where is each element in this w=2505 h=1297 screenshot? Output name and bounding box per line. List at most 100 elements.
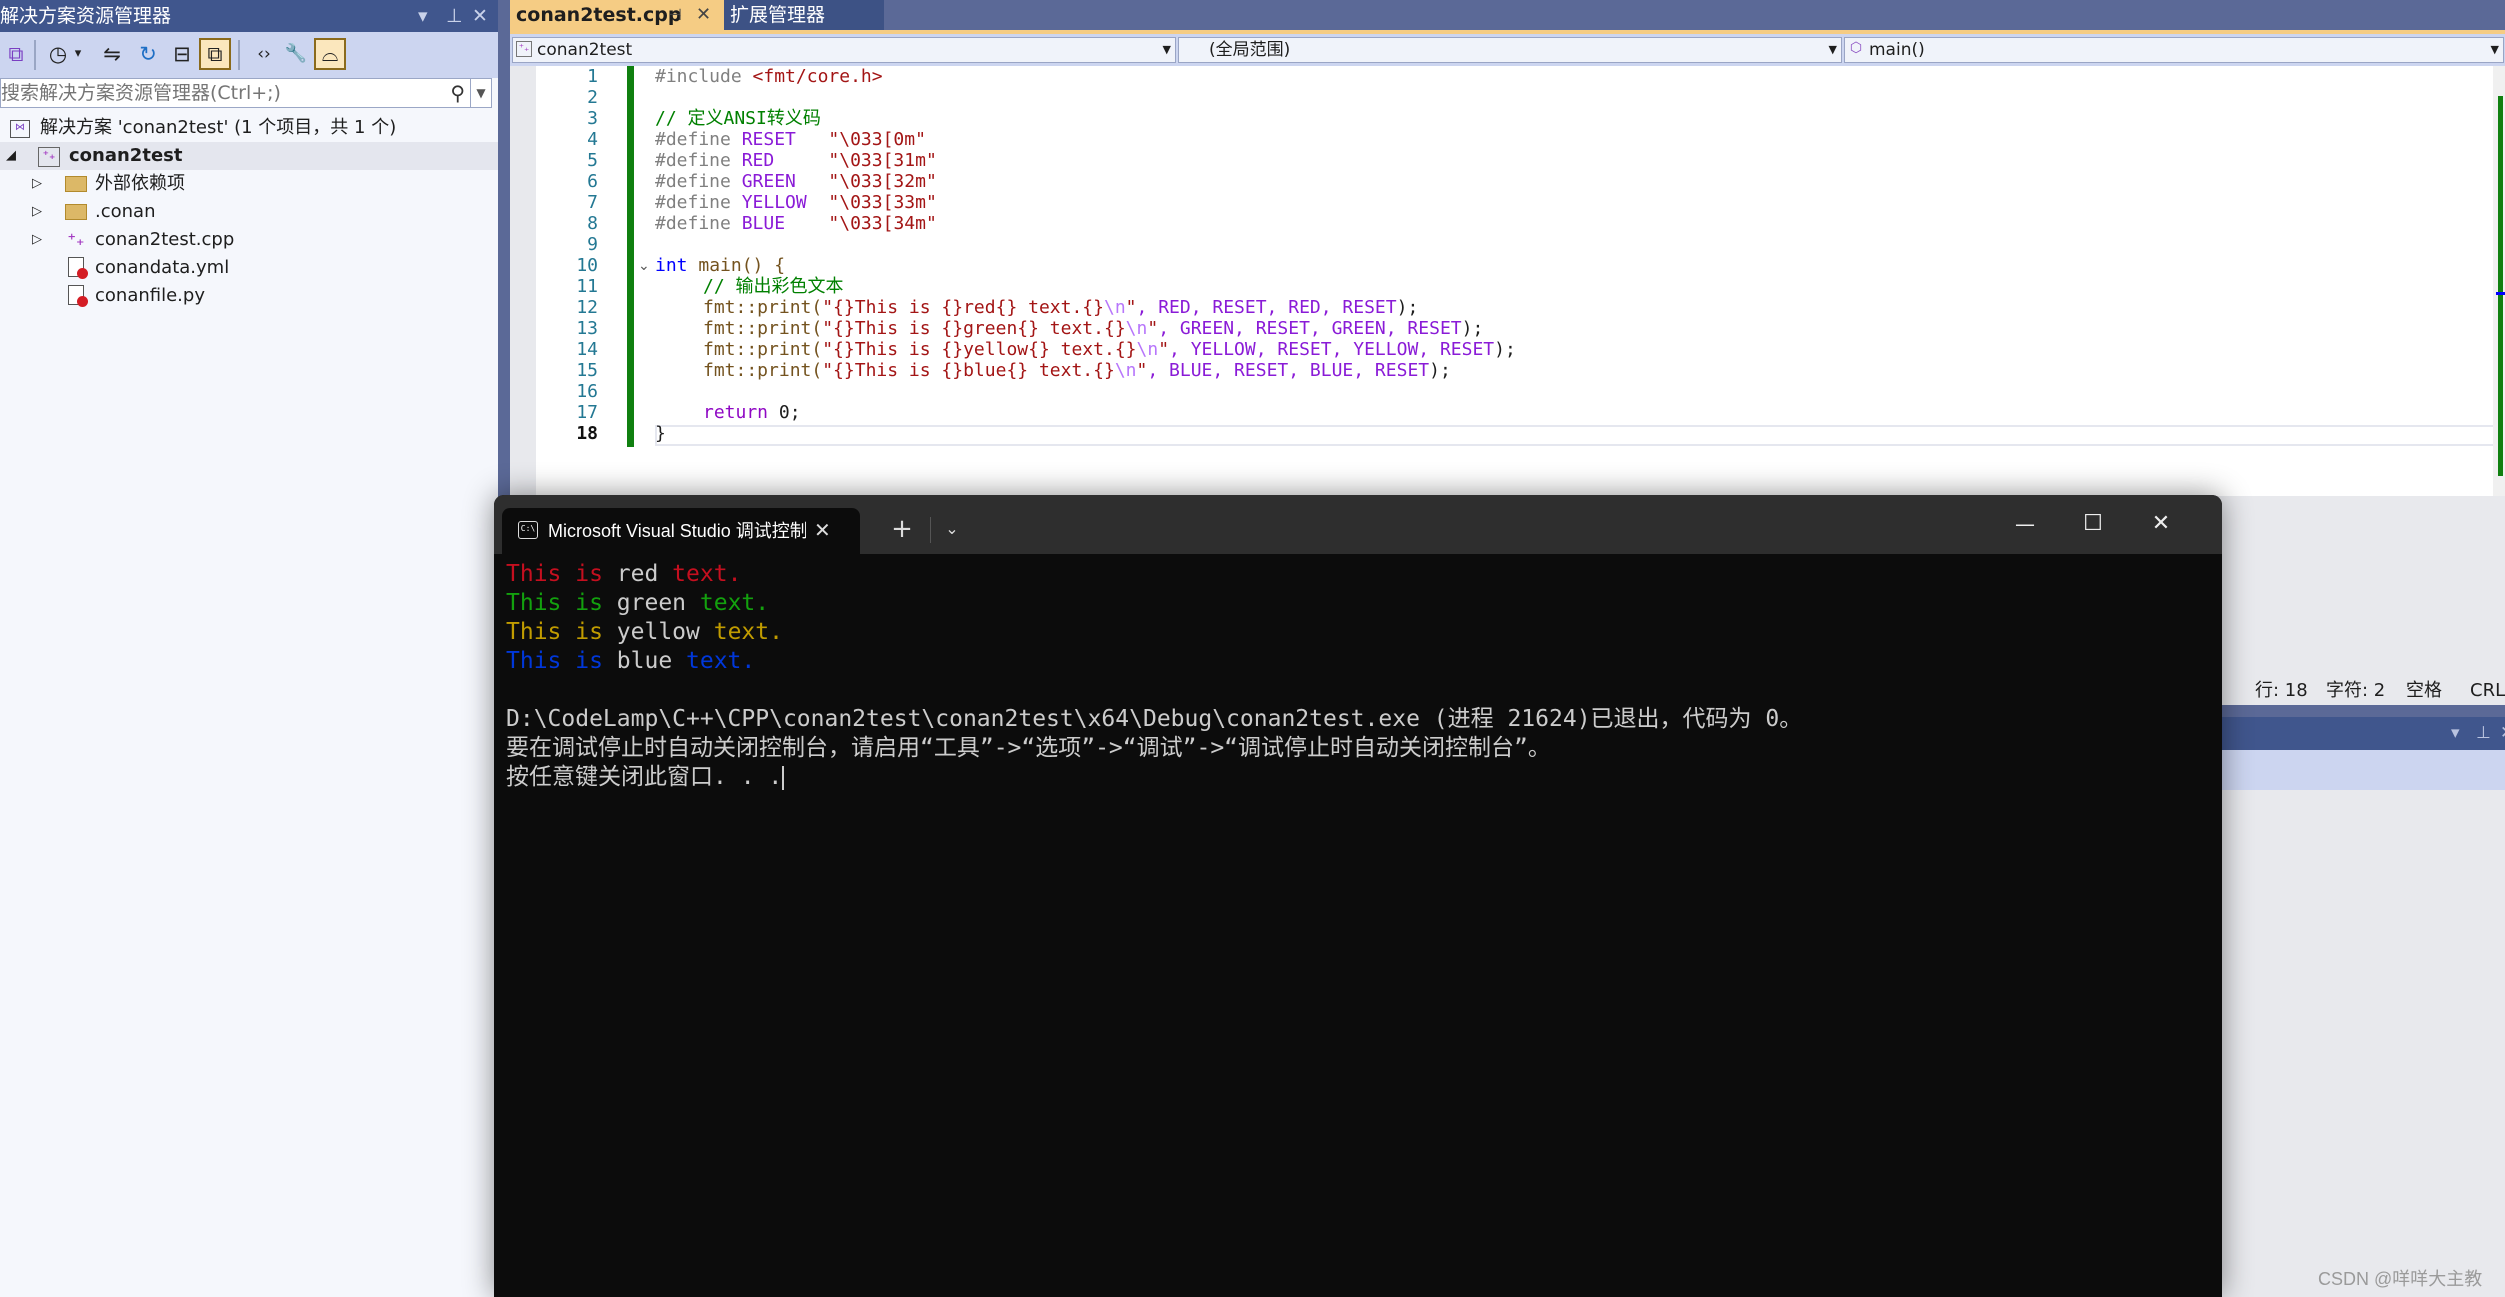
- terminal-tab[interactable]: C:\ Microsoft Visual Studio 调试控制台 ✕: [502, 508, 860, 554]
- solution-explorer-search-input[interactable]: [1, 79, 441, 107]
- line-number: 14: [576, 339, 598, 360]
- tree-item[interactable]: ▷ .conan: [0, 198, 498, 226]
- tool-window-splitter[interactable]: [2220, 705, 2505, 717]
- show-all-files-icon[interactable]: ⧉: [199, 38, 231, 70]
- string-literal: "\033[31m": [828, 150, 937, 171]
- folder-icon: [65, 204, 87, 220]
- tree-item[interactable]: conandata.yml: [0, 254, 498, 282]
- window-position-dropdown-icon[interactable]: ▾: [418, 0, 428, 32]
- status-eol[interactable]: CRLF: [2470, 676, 2505, 705]
- minimize-button[interactable]: —: [1992, 499, 2058, 549]
- expand-triangle-icon[interactable]: ▷: [32, 198, 42, 226]
- sync-icon[interactable]: ⇋: [96, 38, 128, 70]
- solution-explorer-toolbar: ⧉ ◷ ▾ ⇋ ↻ ⊟ ⧉ ‹› 🔧 ⌓: [0, 32, 498, 78]
- status-char[interactable]: 字符: 2: [2326, 676, 2385, 705]
- scope-dropdown-value: (全局范围): [1209, 40, 1291, 60]
- line-number: 4: [587, 129, 598, 150]
- expand-triangle-icon[interactable]: ▷: [32, 226, 42, 254]
- colored-text: This is: [506, 648, 617, 674]
- plain-text: blue: [616, 648, 673, 674]
- member-dropdown-value: main(): [1869, 40, 1925, 60]
- project-label: conan2test: [69, 145, 183, 166]
- tree-item[interactable]: ▷ 外部依赖项: [0, 170, 498, 198]
- vs-solution-icon[interactable]: ⧉: [0, 38, 32, 70]
- cpp-file-icon: ⁺₊: [67, 230, 85, 249]
- line-number: 6: [587, 171, 598, 192]
- properties-wrench-icon[interactable]: 🔧: [280, 38, 312, 70]
- line-number: 15: [576, 360, 598, 381]
- tab-conan2test-cpp[interactable]: conan2test.cpp ⊣ ✕: [510, 0, 724, 30]
- line-number: 13: [576, 318, 598, 339]
- code-line: #define GREEN "\033[32m": [655, 171, 937, 192]
- dropdown-arrow-icon[interactable]: ▾: [70, 38, 86, 70]
- code-comment: // 定义ANSI转义码: [655, 108, 821, 129]
- excluded-file-icon: [68, 285, 88, 307]
- close-icon[interactable]: ✕: [472, 0, 488, 32]
- current-line-highlight: [655, 425, 2495, 446]
- macro-name: GREEN: [741, 171, 796, 192]
- status-spacing[interactable]: 空格: [2406, 676, 2442, 705]
- status-bar: 行: 18 字符: 2 空格 CRLF: [2220, 676, 2505, 705]
- member-dropdown[interactable]: ⬡ main() ▼: [1844, 37, 2504, 63]
- terminal-title-bar: C:\ Microsoft Visual Studio 调试控制台 ✕ + ⌄ …: [494, 495, 2222, 554]
- string-literal: "\033[0m": [828, 129, 926, 150]
- close-icon[interactable]: ✕: [2500, 717, 2505, 750]
- process-exit-line: D:\CodeLamp\C++\CPP\conan2test\conan2tes…: [506, 706, 1803, 732]
- status-line[interactable]: 行: 18: [2255, 676, 2308, 705]
- collapse-all-icon[interactable]: ⊟: [166, 38, 198, 70]
- search-icon[interactable]: ⚲: [450, 79, 465, 107]
- refresh-icon[interactable]: ↻: [132, 38, 164, 70]
- fold-toggle-icon[interactable]: ⌄: [638, 258, 650, 274]
- terminal-output[interactable]: This is red text. This is green text. Th…: [494, 554, 2222, 1297]
- window-position-dropdown-icon[interactable]: ▾: [2451, 717, 2460, 750]
- colored-text: This is: [506, 561, 617, 587]
- scope-dropdown[interactable]: (全局范围) ▼: [1178, 37, 1842, 63]
- code-line: #define YELLOW "\033[33m": [655, 192, 937, 213]
- preview-selected-icon[interactable]: ⌓: [314, 38, 346, 70]
- macro-name: RED: [741, 150, 775, 171]
- code-line: fmt::print("{}This is {}yellow{} text.{}…: [703, 339, 1516, 360]
- solution-explorer-title-bar: 解决方案资源管理器 ▾ ⊥ ✕: [0, 0, 498, 32]
- keyword: return: [703, 402, 769, 423]
- tree-item-label: conandata.yml: [95, 257, 230, 278]
- tab-dropdown-button[interactable]: ⌄: [934, 509, 970, 549]
- new-tab-button[interactable]: +: [884, 509, 920, 549]
- output-pane-toolbar: [2220, 750, 2505, 790]
- maximize-button[interactable]: ☐: [2060, 499, 2126, 549]
- output-pane-title-bar: ▾ ⊥ ✕: [2220, 717, 2505, 750]
- string-literal: "\033[32m": [828, 171, 937, 192]
- tree-item-label: conan2test.cpp: [95, 229, 235, 250]
- line-number: 7: [587, 192, 598, 213]
- terminal-window: C:\ Microsoft Visual Studio 调试控制台 ✕ + ⌄ …: [494, 495, 2222, 1297]
- solution-explorer-search-box: ⚲ ▼: [0, 78, 492, 108]
- search-options-dropdown-icon[interactable]: ▼: [470, 79, 491, 107]
- collapse-triangle-icon[interactable]: ◢: [6, 142, 16, 170]
- pin-icon[interactable]: ⊥: [446, 0, 463, 32]
- close-tab-icon[interactable]: ✕: [696, 0, 711, 30]
- editor-vertical-scrollbar[interactable]: [2493, 66, 2505, 496]
- project-dropdown[interactable]: ⁺₊ conan2test ▼: [512, 37, 1176, 63]
- tree-project-node[interactable]: ◢ ⁺₊ conan2test: [0, 142, 498, 170]
- pin-icon[interactable]: ⊥: [2476, 717, 2491, 750]
- preprocessor-token: #define: [655, 150, 742, 171]
- close-tab-icon[interactable]: ✕: [814, 508, 831, 554]
- preprocessor-token: #define: [655, 192, 742, 213]
- escape-sequence: \n: [1103, 297, 1126, 318]
- close-window-button[interactable]: ✕: [2128, 499, 2194, 549]
- closing-brace: }: [655, 423, 666, 444]
- editor-glyph-margin[interactable]: [510, 66, 536, 496]
- solution-label: 解决方案 'conan2test' (1 个项目，共 1 个): [40, 117, 397, 138]
- view-code-icon[interactable]: ‹›: [248, 38, 280, 70]
- change-tracking-bar: [627, 66, 634, 447]
- pin-tab-icon[interactable]: ⊣: [668, 0, 682, 30]
- macro-name: YELLOW: [741, 192, 807, 213]
- text-cursor: [782, 765, 785, 790]
- expand-triangle-icon[interactable]: ▷: [32, 170, 42, 198]
- tree-item[interactable]: ▷ ⁺₊ conan2test.cpp: [0, 226, 498, 254]
- tree-item[interactable]: conanfile.py: [0, 282, 498, 310]
- tab-extension-manager[interactable]: 扩展管理器: [724, 0, 884, 30]
- tree-solution-node[interactable]: ⋈ 解决方案 'conan2test' (1 个项目，共 1 个): [0, 114, 498, 142]
- solution-explorer-panel: 解决方案资源管理器 ▾ ⊥ ✕ ⧉ ◷ ▾ ⇋ ↻ ⊟ ⧉ ‹› 🔧 ⌓ ⚲ ▼…: [0, 0, 498, 1297]
